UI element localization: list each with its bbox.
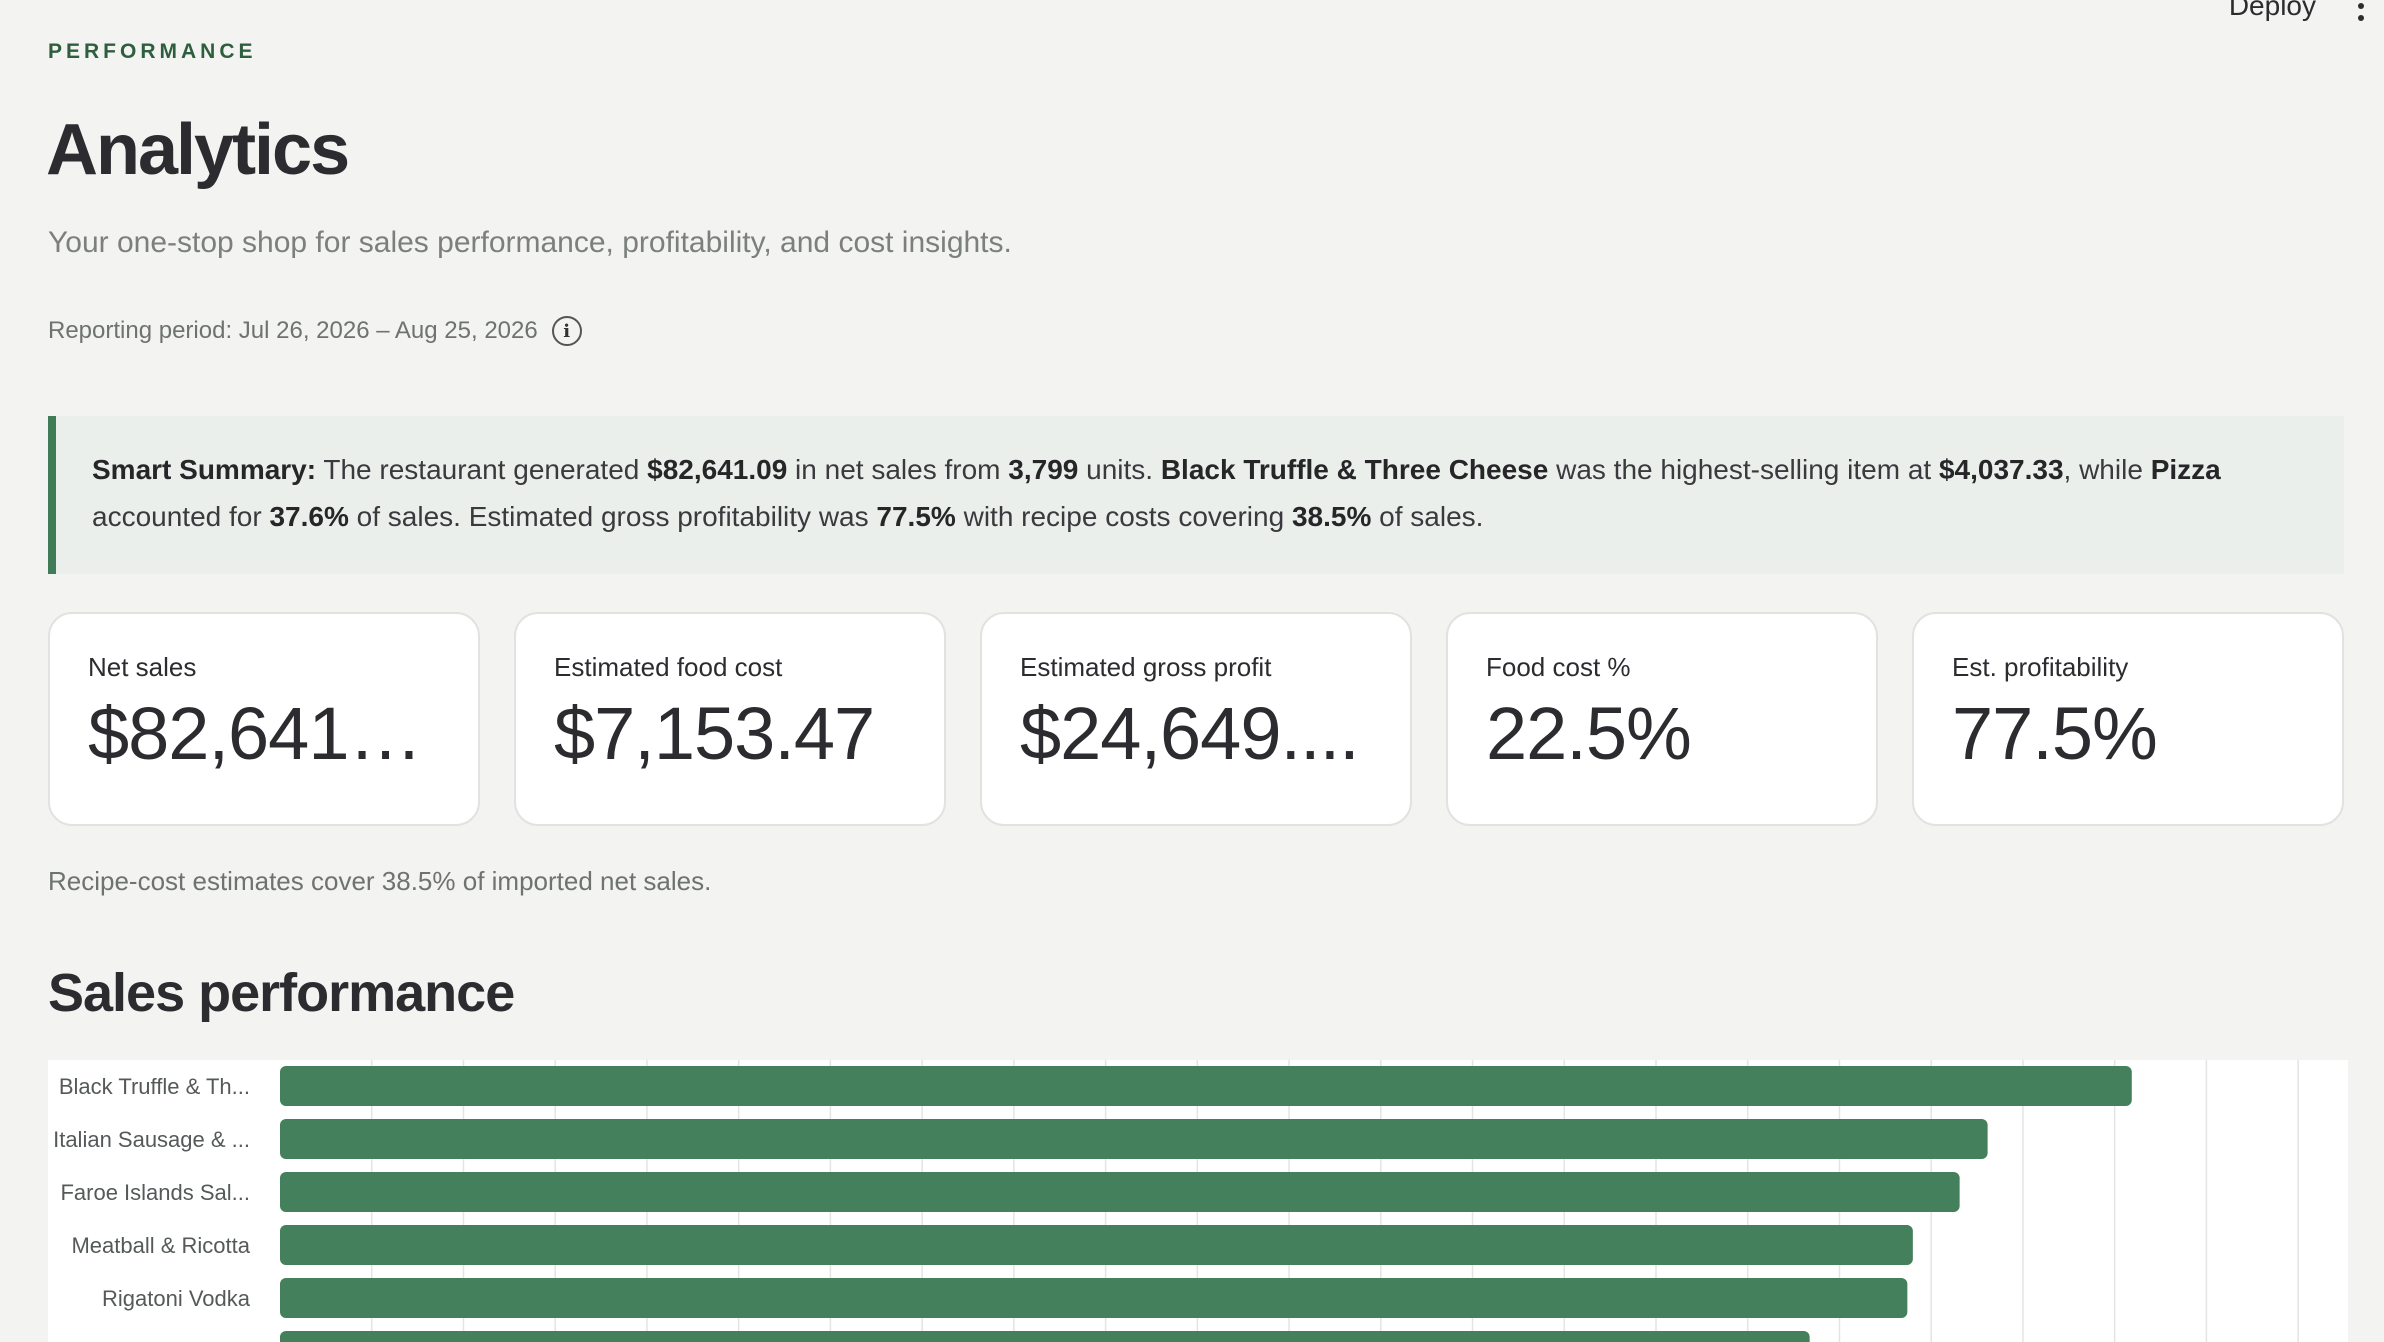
metric-cards: Net sales $82,641.0... Estimated food co… bbox=[48, 612, 2344, 826]
sales-chart: Black Truffle & Th... Italian Sausage & .… bbox=[48, 1060, 2348, 1342]
summary-text: The restaurant generated bbox=[316, 454, 648, 485]
analytics-page: Deploy PERFORMANCE Analytics Your one-st… bbox=[0, 0, 2384, 1342]
coverage-note: Recipe-cost estimates cover 38.5% of imp… bbox=[48, 866, 712, 896]
metric-card-profitability: Est. profitability 77.5% bbox=[1912, 612, 2344, 826]
summary-text: of sales. bbox=[1371, 501, 1484, 532]
chart-category-label: Italian Sausage & ... bbox=[53, 1127, 250, 1152]
chart-bar[interactable] bbox=[280, 1278, 1908, 1318]
section-title: Sales performance bbox=[48, 963, 515, 1023]
summary-text: of sales. Estimated gross profitability … bbox=[348, 501, 877, 532]
info-icon[interactable]: i bbox=[551, 316, 582, 346]
summary-text: was the highest-selling item at bbox=[1548, 454, 1939, 485]
reporting-period: Reporting period: Jul 26, 2026 – Aug 25,… bbox=[48, 317, 538, 344]
metric-card-gross-profit: Estimated gross profit $24,649.... bbox=[980, 612, 1412, 826]
summary-text: with recipe costs covering bbox=[955, 501, 1292, 532]
app-toolbar: Deploy bbox=[2229, 0, 2384, 26]
metric-value: $7,153.47 bbox=[554, 692, 875, 775]
metric-label: Estimated food cost bbox=[554, 652, 783, 682]
summary-top-item: Black Truffle & Three Cheese bbox=[1160, 454, 1549, 485]
metric-card-food-cost: Estimated food cost $7,153.47 bbox=[514, 612, 946, 826]
metric-label: Est. profitability bbox=[1952, 652, 2129, 682]
metric-label: Food cost % bbox=[1486, 652, 1631, 682]
page-title: Analytics bbox=[46, 110, 350, 190]
chart-category-label: Faroe Islands Sal... bbox=[60, 1180, 250, 1205]
chart-category-label: Meatball & Ricotta bbox=[71, 1233, 250, 1258]
metric-label: Net sales bbox=[88, 652, 197, 682]
chart-bar[interactable] bbox=[280, 1066, 2132, 1106]
summary-lead: Smart Summary: bbox=[92, 454, 317, 485]
summary-profitability: 77.5% bbox=[876, 501, 956, 532]
summary-text: accounted for bbox=[92, 501, 270, 532]
sales-bar-chart: Black Truffle & Th... Italian Sausage & .… bbox=[48, 1060, 2348, 1342]
chart-category-label: Black Truffle & Th... bbox=[59, 1074, 250, 1099]
metric-label: Estimated gross profit bbox=[1020, 652, 1272, 682]
chart-bar[interactable] bbox=[280, 1331, 1810, 1342]
chart-bar[interactable] bbox=[280, 1172, 1960, 1212]
deploy-button[interactable]: Deploy bbox=[2229, 0, 2316, 22]
more-menu-icon[interactable] bbox=[2356, 0, 2366, 21]
summary-net-sales: $82,641.09 bbox=[647, 454, 788, 485]
smart-summary: Smart Summary: The restaurant generated … bbox=[48, 416, 2344, 574]
metric-card-food-cost-pct: Food cost % 22.5% bbox=[1446, 612, 1878, 826]
metric-value: 22.5% bbox=[1486, 692, 1692, 775]
page-subtitle: Your one-stop shop for sales performance… bbox=[48, 226, 1012, 259]
summary-text: , while bbox=[2063, 454, 2151, 485]
metric-value: $82,641.0... bbox=[88, 692, 440, 775]
metric-card-net-sales: Net sales $82,641.0... bbox=[48, 612, 480, 826]
metric-value: $24,649.... bbox=[1020, 692, 1360, 775]
summary-coverage: 38.5% bbox=[1291, 501, 1372, 532]
summary-category-share: 37.6% bbox=[269, 501, 349, 532]
chart-bar[interactable] bbox=[280, 1119, 1988, 1159]
summary-text: in net sales from bbox=[787, 454, 1009, 485]
chart-category-label: Rigatoni Vodka bbox=[102, 1286, 251, 1311]
metric-value: 77.5% bbox=[1952, 692, 2158, 775]
section-eyebrow: PERFORMANCE bbox=[48, 40, 257, 63]
chart-bar[interactable] bbox=[280, 1225, 1913, 1265]
summary-top-item-sales: $4,037.33 bbox=[1938, 454, 2064, 485]
summary-units: 3,799 bbox=[1008, 454, 1079, 485]
summary-top-category: Pizza bbox=[2150, 454, 2221, 485]
summary-text: units. bbox=[1078, 454, 1161, 485]
reporting-period-row: Reporting period: Jul 26, 2026 – Aug 25,… bbox=[48, 316, 582, 346]
